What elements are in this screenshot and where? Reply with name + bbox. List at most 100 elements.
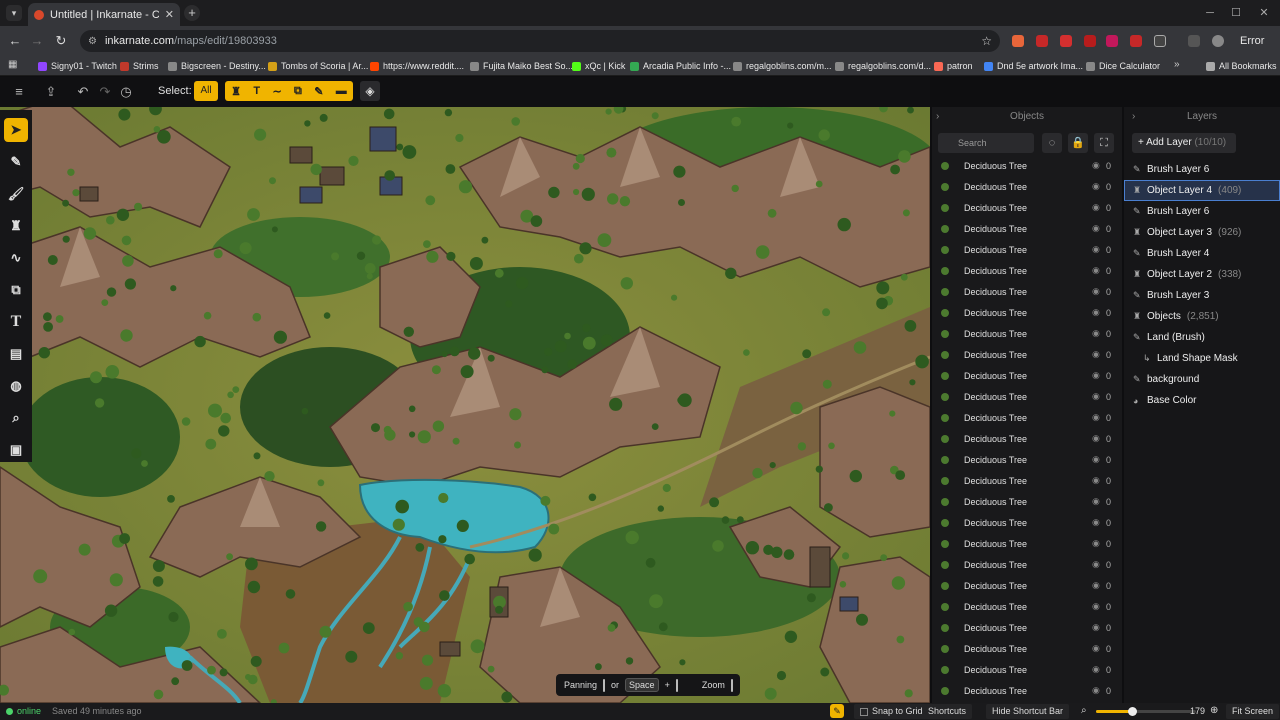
- object-filter-icon[interactable]: ♜: [231, 85, 241, 98]
- pen-icon[interactable]: ✎: [830, 704, 844, 718]
- text-filter-icon[interactable]: T: [253, 85, 260, 97]
- object-list-item[interactable]: Deciduous Tree ◉ 0: [932, 344, 1122, 365]
- history-icon[interactable]: ◷: [118, 84, 134, 100]
- new-tab-icon[interactable]: +: [184, 5, 200, 21]
- lock-icon[interactable]: 🔒: [1068, 133, 1088, 153]
- forward-icon[interactable]: →: [28, 32, 46, 50]
- hide-shortcut-bar-button[interactable]: Hide Shortcut Bar: [986, 704, 1070, 719]
- save-icon[interactable]: ▣: [4, 438, 28, 462]
- object-list-item[interactable]: Deciduous Tree ◉ 0: [932, 197, 1122, 218]
- eye-icon[interactable]: ◉: [1092, 664, 1100, 675]
- layer-item[interactable]: ✎ Brush Layer 4: [1124, 243, 1280, 264]
- object-list-item[interactable]: Deciduous Tree ◉ 0: [932, 575, 1122, 596]
- zoom-slider[interactable]: [1096, 707, 1196, 716]
- zoom-out-icon[interactable]: ⌕: [1081, 705, 1087, 716]
- object-list-item[interactable]: Deciduous Tree ◉ 0: [932, 428, 1122, 449]
- reload-icon[interactable]: ↻: [52, 32, 70, 50]
- extension-icon[interactable]: [1012, 35, 1024, 47]
- shape-filter-icon[interactable]: ⧉: [294, 85, 302, 98]
- hide-all-icon[interactable]: ◌: [1042, 133, 1062, 153]
- adblock-icon[interactable]: [1060, 35, 1072, 47]
- layer-item[interactable]: ✎ Brush Layer 6: [1124, 201, 1280, 222]
- globe-tool-icon[interactable]: ◍: [4, 374, 28, 398]
- eye-icon[interactable]: ◉: [1092, 538, 1100, 549]
- extension-icon[interactable]: [1036, 35, 1048, 47]
- redo-icon[interactable]: ↷: [97, 84, 113, 100]
- object-list-item[interactable]: Deciduous Tree ◉ 0: [932, 386, 1122, 407]
- reading-list-icon[interactable]: [1188, 35, 1200, 47]
- folder-filter-icon[interactable]: ▬: [336, 85, 347, 97]
- bookmark-item[interactable]: Strims: [120, 59, 159, 73]
- layers-icon[interactable]: ◈: [360, 81, 380, 101]
- layer-item[interactable]: ✎ Brush Layer 3: [1124, 285, 1280, 306]
- object-list-item[interactable]: Deciduous Tree ◉ 0: [932, 491, 1122, 512]
- layer-item[interactable]: ♜ Object Layer 2 (338): [1124, 264, 1280, 285]
- bookmark-item[interactable]: regalgoblins.com/d...: [835, 59, 931, 73]
- tab-search-icon[interactable]: ▾: [6, 5, 22, 21]
- eye-icon[interactable]: ◉: [1092, 244, 1100, 255]
- profile-icon[interactable]: [1212, 35, 1224, 47]
- eye-icon[interactable]: ◉: [1092, 181, 1100, 192]
- url-field[interactable]: ⚙ inkarnate.com/maps/edit/19803933 ☆: [80, 30, 1000, 52]
- object-list-item[interactable]: Deciduous Tree ◉ 0: [932, 617, 1122, 638]
- zoom-in-icon[interactable]: ⊕: [1210, 705, 1218, 716]
- extensions-puzzle-icon[interactable]: [1154, 35, 1166, 47]
- eye-icon[interactable]: ◉: [1092, 328, 1100, 339]
- eye-icon[interactable]: ◉: [1092, 160, 1100, 171]
- export-icon[interactable]: ⇪: [43, 84, 59, 100]
- eye-icon[interactable]: ◉: [1092, 349, 1100, 360]
- bookmark-item[interactable]: Dice Calculator: [1086, 59, 1160, 73]
- paint-brush-tool-icon[interactable]: 🖌: [4, 182, 28, 206]
- object-list-item[interactable]: Deciduous Tree ◉ 0: [932, 302, 1122, 323]
- close-window-icon[interactable]: ✕: [1250, 4, 1278, 22]
- object-list-item[interactable]: Deciduous Tree ◉ 0: [932, 470, 1122, 491]
- select-all-button[interactable]: All: [194, 81, 218, 101]
- object-list-item[interactable]: Deciduous Tree ◉ 0: [932, 533, 1122, 554]
- bookmark-item[interactable]: https://www.reddit....: [370, 59, 464, 73]
- object-list-item[interactable]: Deciduous Tree ◉ 0: [932, 659, 1122, 680]
- profile-error-label[interactable]: Error: [1240, 35, 1264, 47]
- layer-item[interactable]: ♜ Object Layer 3 (926): [1124, 222, 1280, 243]
- object-list-item[interactable]: Deciduous Tree ◉ 0: [932, 365, 1122, 386]
- eye-icon[interactable]: ◉: [1092, 223, 1100, 234]
- zoom-tool-icon[interactable]: ⌕: [4, 406, 28, 430]
- bookmark-item[interactable]: Signy01 - Twitch: [38, 59, 117, 73]
- undo-icon[interactable]: ↶: [75, 84, 91, 100]
- bookmark-item[interactable]: Dnd 5e artwork Ima...: [984, 59, 1083, 73]
- extension-icon[interactable]: [1130, 35, 1142, 47]
- select-tool-icon[interactable]: ➤: [4, 118, 28, 142]
- bookmark-item[interactable]: Fujita Maiko Best So...: [470, 59, 573, 73]
- bookmark-item[interactable]: xQc | Kick: [572, 59, 625, 73]
- object-list-item[interactable]: Deciduous Tree ◉ 0: [932, 281, 1122, 302]
- object-search-input[interactable]: Search: [938, 133, 1034, 153]
- eye-icon[interactable]: ◉: [1092, 496, 1100, 507]
- close-tab-icon[interactable]: ✕: [165, 8, 174, 21]
- layer-item[interactable]: ✎ background: [1124, 369, 1280, 390]
- object-list-item[interactable]: Deciduous Tree ◉ 0: [932, 407, 1122, 428]
- bookmark-star-icon[interactable]: ☆: [981, 34, 992, 48]
- eye-icon[interactable]: ◉: [1092, 433, 1100, 444]
- land-brush-tool-icon[interactable]: ✎: [4, 150, 28, 174]
- more-bookmarks-icon[interactable]: »: [1174, 59, 1180, 70]
- layer-item[interactable]: ✎ Land (Brush): [1124, 327, 1280, 348]
- eye-icon[interactable]: ◉: [1092, 454, 1100, 465]
- object-list-item[interactable]: Deciduous Tree ◉ 0: [932, 554, 1122, 575]
- object-tool-icon[interactable]: ♜: [4, 214, 28, 238]
- checkbox-icon[interactable]: [860, 707, 868, 716]
- eye-icon[interactable]: ◉: [1092, 685, 1100, 696]
- layer-item[interactable]: ♜ Object Layer 4 (409): [1124, 180, 1280, 201]
- bookmark-item[interactable]: Tombs of Scoria | Ar...: [268, 59, 368, 73]
- shortcuts-button[interactable]: Shortcuts: [922, 704, 973, 719]
- eye-icon[interactable]: ◉: [1092, 307, 1100, 318]
- layer-item[interactable]: ↳ Land Shape Mask: [1124, 348, 1280, 369]
- back-icon[interactable]: ←: [6, 32, 24, 50]
- eye-icon[interactable]: ◉: [1092, 643, 1100, 654]
- bookmark-item[interactable]: Arcadia Public Info -...: [630, 59, 731, 73]
- path-filter-icon[interactable]: ∼: [272, 85, 281, 98]
- eye-icon[interactable]: ◉: [1092, 580, 1100, 591]
- text-tool-icon[interactable]: T: [4, 310, 28, 334]
- brush-filter-icon[interactable]: ✎: [314, 85, 323, 98]
- fit-screen-button[interactable]: Fit Screen: [1226, 704, 1280, 719]
- eye-icon[interactable]: ◉: [1092, 412, 1100, 423]
- browser-tab[interactable]: Untitled | Inkarnate - Create Fa ✕: [28, 3, 180, 26]
